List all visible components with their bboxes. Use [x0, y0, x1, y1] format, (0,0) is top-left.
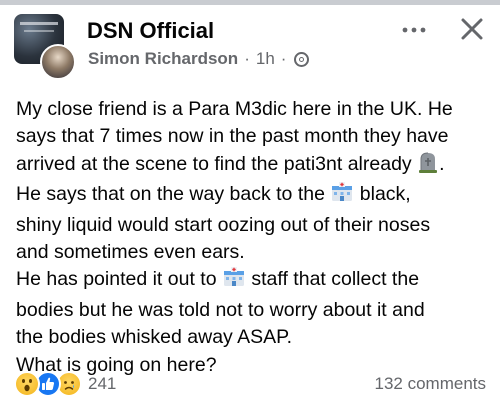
- author-avatar[interactable]: [40, 44, 76, 80]
- post-text-line: the bodies whisked away ASAP.: [16, 324, 492, 351]
- post-text-segment: arrived at the scene to find the pati3nt…: [16, 152, 418, 175]
- post-text-line: shiny liquid would start oozing out of t…: [16, 212, 492, 239]
- reactions-summary[interactable]: 241: [14, 371, 117, 397]
- headstone-emoji: [417, 151, 439, 181]
- post-text-line: arrived at the scene to find the pati3nt…: [16, 151, 492, 181]
- reaction-count: 241: [88, 374, 117, 393]
- comments-count-link[interactable]: 132 comments: [375, 374, 487, 394]
- post-header: DSN Official Simon Richardson · 1h ·: [14, 14, 486, 80]
- post-time[interactable]: 1h: [256, 49, 275, 69]
- post-text-segment: the bodies whisked away ASAP.: [16, 326, 293, 349]
- post-text-line: My close friend is a Para M3dic here in …: [16, 96, 492, 123]
- post-text-line: He has pointed it out to staff that coll…: [16, 266, 492, 296]
- post-text-segment: staff that collect the: [245, 268, 420, 291]
- post-text-line: says that 7 times now in the past month …: [16, 123, 492, 150]
- more-options-icon[interactable]: [400, 20, 428, 40]
- post-text-segment: He says that on the way back to the: [16, 183, 331, 206]
- post-body: My close friend is a Para M3dic here in …: [16, 96, 492, 379]
- post-text-segment: black,: [354, 183, 411, 206]
- avatar-stack[interactable]: [14, 14, 76, 80]
- close-icon[interactable]: [459, 16, 485, 42]
- globe-icon: [294, 51, 310, 67]
- meta-separator: ·: [244, 49, 250, 68]
- post-footer: 241 132 comments: [14, 371, 487, 398]
- author-name[interactable]: Simon Richardson: [88, 49, 238, 69]
- post-text-segment: and sometimes even ears.: [16, 241, 245, 264]
- meta-separator-2: ·: [280, 49, 287, 68]
- post-text-segment: bodies but he was told not to worry abou…: [16, 298, 425, 321]
- hospital-emoji: [330, 181, 354, 211]
- hospital-emoji: [222, 266, 246, 296]
- post-text-segment: My close friend is a Para M3dic here in …: [16, 98, 453, 120]
- post-text-segment: says that 7 times now in the past month …: [16, 125, 449, 148]
- post-text-line: bodies but he was told not to worry abou…: [16, 297, 492, 324]
- post-text-line: and sometimes even ears.: [16, 239, 492, 266]
- post-text-segment: .: [439, 152, 445, 175]
- post-text-segment: He has pointed it out to: [16, 268, 222, 291]
- group-name[interactable]: DSN Official: [87, 18, 214, 44]
- wow-reaction-icon: [14, 371, 40, 397]
- post-text-segment: shiny liquid would start oozing out of t…: [16, 213, 431, 236]
- top-divider: [0, 0, 500, 5]
- post-text-line: He says that on the way back to the blac…: [16, 181, 492, 211]
- post-meta: Simon Richardson · 1h ·: [88, 49, 310, 69]
